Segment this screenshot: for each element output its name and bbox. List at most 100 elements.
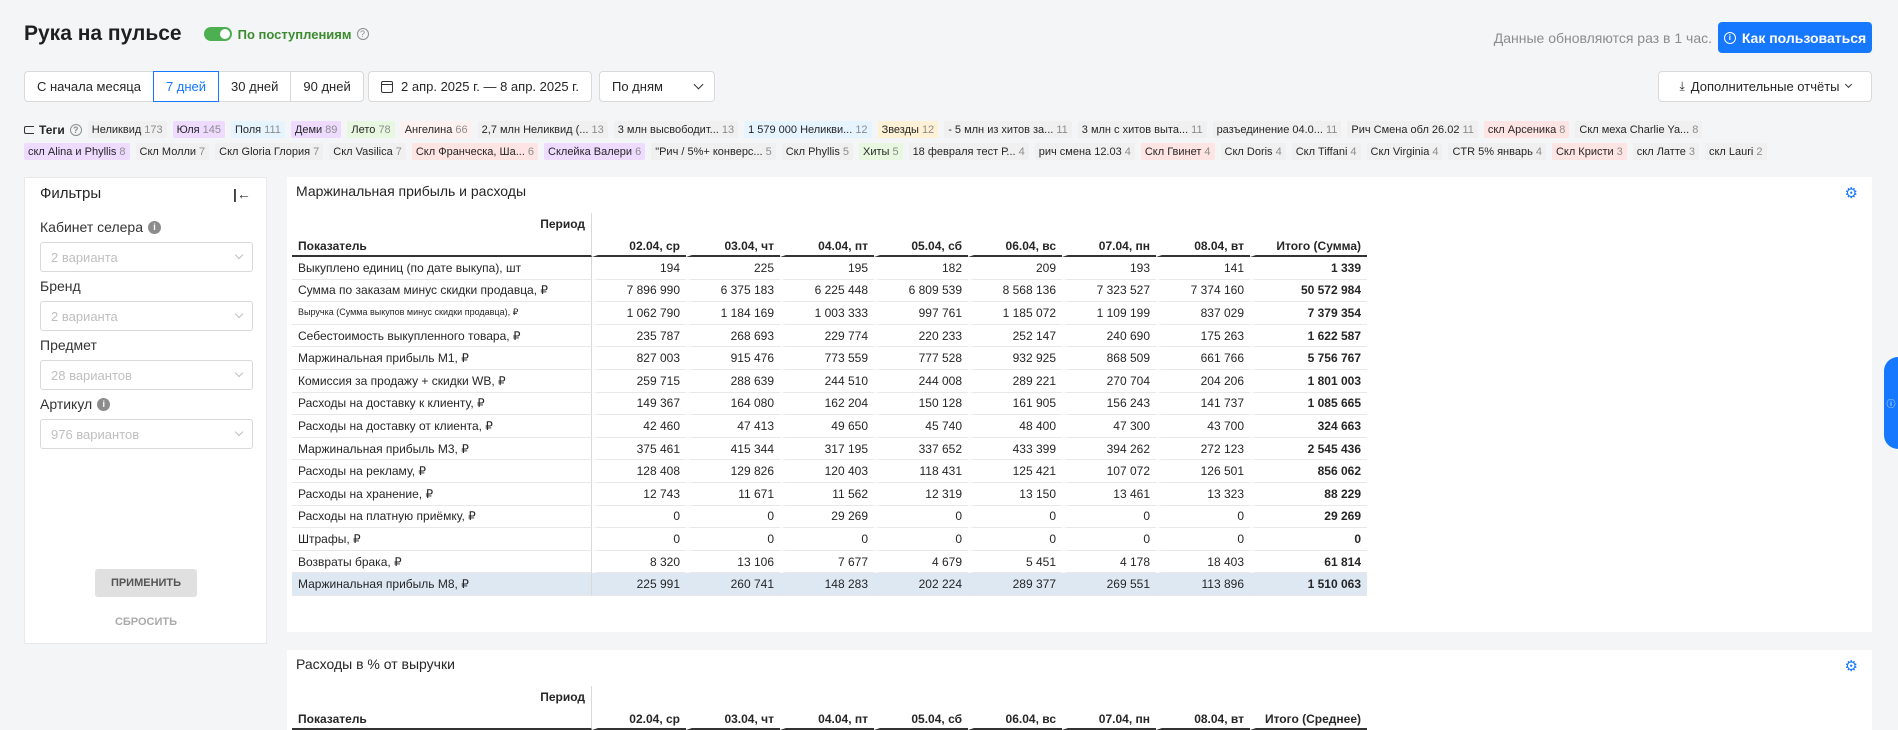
date-range-picker[interactable]: 2 апр. 2025 г. — 8 апр. 2025 г. (368, 71, 592, 102)
tag-count: 7 (199, 145, 206, 158)
tag-chip[interactable]: Звезды 12 (877, 121, 939, 138)
period-button[interactable]: 30 дней (218, 71, 292, 102)
period-button[interactable]: 7 дней (152, 71, 220, 102)
tag-chip[interactable]: разъединение 04.0... 11 (1212, 121, 1342, 138)
tag-chip[interactable]: 3 млн высвободит... 13 (613, 121, 739, 138)
tag-chip[interactable]: Скл Франческа, Ша... 6 (411, 143, 539, 160)
date-column-header[interactable]: 05.04, сб (874, 235, 968, 257)
tag-chip[interactable]: Хиты 5 (859, 143, 903, 160)
tag-label: скл Alina и Phyllis (28, 145, 117, 158)
question-icon[interactable]: ? (356, 28, 369, 40)
panel-title: Расходы в % от выручки (296, 656, 455, 672)
filter-select[interactable]: 976 вариантов (40, 419, 253, 449)
tag-chip[interactable]: Юля 145 (172, 121, 225, 138)
grouping-select[interactable]: По дням (599, 71, 715, 102)
chevron-down-icon (234, 427, 244, 437)
date-column-header[interactable]: 04.04, пт (780, 708, 874, 730)
tag-label: 1 579 000 Неликви... (748, 123, 853, 136)
tag-chip[interactable]: Неликвид 173 (87, 121, 167, 138)
tag-chip[interactable]: Скл Vasilica 7 (329, 143, 406, 160)
tag-chip[interactable]: рич смена 12.03 4 (1034, 143, 1135, 160)
total-column-header[interactable]: Итого (Сумма) (1250, 235, 1367, 257)
receipts-toggle-label[interactable]: По поступлениям (238, 27, 352, 42)
apply-button[interactable]: ПРИМЕНИТЬ (95, 569, 197, 597)
gear-icon[interactable]: ⚙ (1845, 184, 1858, 202)
tag-chip[interactable]: Скл Gloria Глория 7 (215, 143, 324, 160)
date-column-header[interactable]: 02.04, ср (592, 235, 686, 257)
date-column-header[interactable]: 04.04, пт (780, 235, 874, 257)
table-cell: 268 693 (686, 324, 780, 348)
reset-button[interactable]: СБРОСИТЬ (95, 616, 197, 628)
tag-chip[interactable]: - 5 млн из хитов за... 11 (944, 121, 1072, 138)
tag-chip[interactable]: Скл Гвинет 4 (1140, 143, 1215, 160)
tag-label: Склейка Валери (548, 145, 633, 158)
tag-chip[interactable]: Рич Смена обл 26.02 11 (1347, 121, 1478, 138)
collapse-panel-icon[interactable]: |← (233, 186, 251, 202)
tag-chip[interactable]: Скл Кристи 3 (1551, 143, 1627, 160)
date-column-header[interactable]: 07.04, пн (1062, 235, 1156, 257)
tag-chip[interactable]: скл Lauri 2 (1705, 143, 1767, 160)
table-cell: 272 123 (1156, 437, 1250, 461)
tag-chip[interactable]: Скл Молли 7 (135, 143, 210, 160)
tag-chip[interactable]: Скл меха Charlie Ya... 8 (1575, 121, 1703, 138)
tag-chip[interactable]: скл Латте 3 (1632, 143, 1699, 160)
date-column-header[interactable]: 03.04, чт (686, 708, 780, 730)
tag-chip[interactable]: 2,7 млн Неликвид (... 13 (477, 121, 608, 138)
info-icon[interactable]: i (147, 220, 161, 234)
table-cell: 18 403 (1156, 550, 1250, 574)
tag-chip[interactable]: "Рич / 5%+ конверс... 5 (651, 143, 776, 160)
table-cell: 7 374 160 (1156, 279, 1250, 303)
date-column-header[interactable]: 08.04, вт (1156, 235, 1250, 257)
date-column-header[interactable]: 07.04, пн (1062, 708, 1156, 730)
tag-chip[interactable]: скл Alina и Phyllis 8 (24, 143, 130, 160)
date-column-header[interactable]: 06.04, вс (968, 708, 1062, 730)
table-row: Комиссия за продажу + скидки WB, ₽259 71… (292, 369, 1367, 393)
tag-label: 2,7 млн Неликвид (... (481, 123, 589, 136)
page-title: Рука на пульсе (24, 22, 182, 45)
tag-chip[interactable]: 18 февраля тест Р... 4 (908, 143, 1029, 160)
additional-reports-button[interactable]: ⤓ Дополнительные отчёты (1658, 71, 1872, 102)
period-button[interactable]: 90 дней (290, 71, 364, 102)
total-cell: 1 085 665 (1250, 392, 1367, 416)
period-button[interactable]: С начала месяца (24, 71, 154, 102)
total-cell: 1 339 (1250, 257, 1367, 280)
tag-count: 13 (721, 123, 735, 136)
tag-chip[interactable]: Скл Doris 4 (1220, 143, 1286, 160)
table-cell: 915 476 (686, 347, 780, 370)
tag-chip[interactable]: Скл Tiffani 4 (1291, 143, 1361, 160)
side-info-tab[interactable]: ⓘ (1884, 357, 1898, 449)
tag-chip[interactable]: Лето 78 (347, 121, 395, 138)
tag-chip[interactable]: скл Арсеника 8 (1483, 121, 1570, 138)
table-cell: 288 639 (686, 369, 780, 393)
tag-chip[interactable]: Склейка Валери 6 (544, 143, 646, 160)
date-column-header[interactable]: 08.04, вт (1156, 708, 1250, 730)
date-column-header[interactable]: 06.04, вс (968, 235, 1062, 257)
receipts-toggle[interactable] (203, 27, 232, 41)
table-cell: 125 421 (968, 460, 1062, 483)
total-column-header[interactable]: Итого (Среднее) (1250, 708, 1367, 730)
info-icon[interactable]: i (97, 397, 111, 411)
filter-select[interactable]: 2 варианта (40, 301, 253, 331)
how-to-use-button[interactable]: i Как пользоваться (1718, 22, 1872, 53)
tag-chip[interactable]: Деми 89 (290, 121, 342, 138)
filter-select[interactable]: 28 вариантов (40, 360, 253, 390)
tag-chip[interactable]: Ангелина 66 (400, 121, 472, 138)
total-cell: 29 269 (1250, 505, 1367, 529)
tag-label: Поля (234, 123, 262, 136)
tag-chip[interactable]: 3 млн с хитов выта... 11 (1077, 121, 1207, 138)
date-column-header[interactable]: 05.04, сб (874, 708, 968, 730)
date-column-header[interactable]: 02.04, ср (592, 708, 686, 730)
filter-select[interactable]: 2 варианта (40, 242, 253, 272)
table-cell: 1 184 169 (686, 302, 780, 325)
gear-icon[interactable]: ⚙ (1845, 657, 1858, 675)
tag-chip[interactable]: CTR 5% январь 4 (1448, 143, 1546, 160)
tag-chip[interactable]: Скл Phyllis 5 (781, 143, 853, 160)
tag-chip[interactable]: 1 579 000 Неликви... 12 (744, 121, 872, 138)
tag-chip[interactable]: Поля 111 (230, 121, 285, 138)
question-icon[interactable]: ? (69, 123, 82, 136)
download-icon: ⤓ (1679, 79, 1685, 93)
tag-chip[interactable]: Скл Virginia 4 (1366, 143, 1443, 160)
table-cell: 150 128 (874, 392, 968, 416)
tag-count: 5 (765, 145, 772, 158)
date-column-header[interactable]: 03.04, чт (686, 235, 780, 257)
